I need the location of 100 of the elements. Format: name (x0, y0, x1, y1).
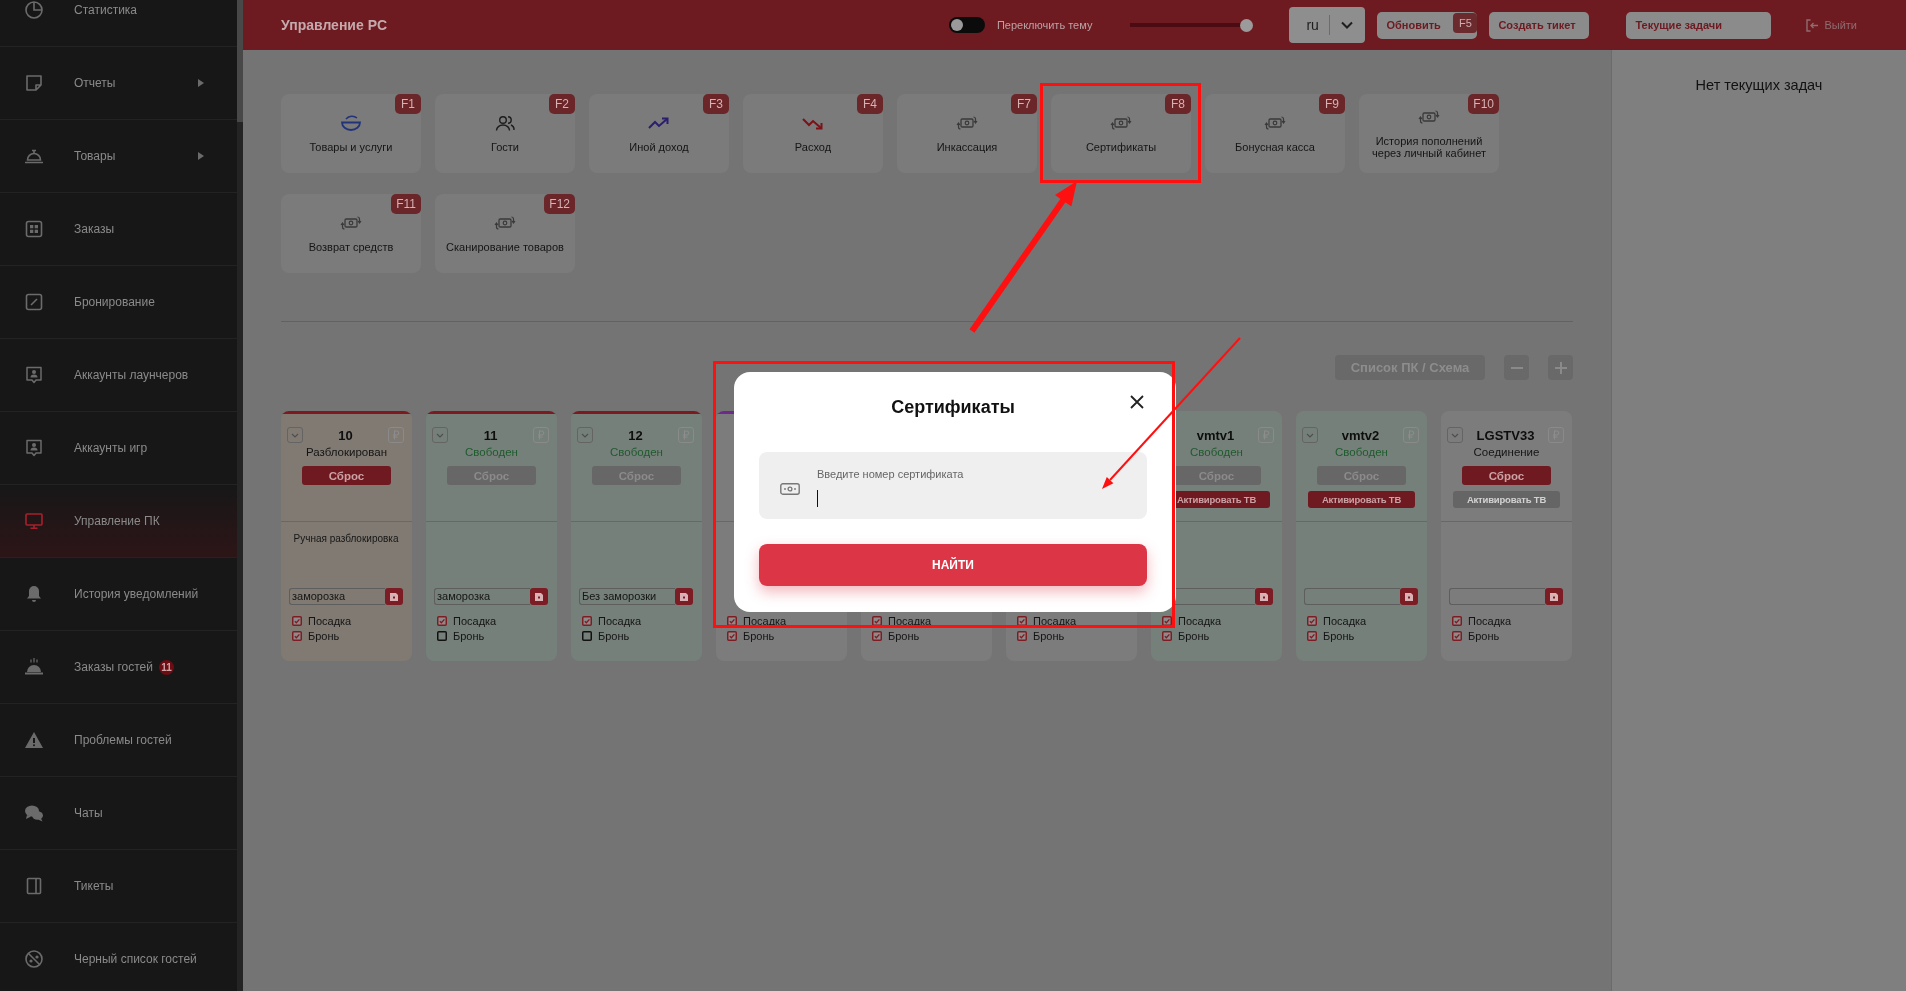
certificate-input-field[interactable]: Введите номер сертификата (759, 452, 1147, 519)
save-button[interactable] (385, 588, 403, 605)
checkbox-label: Бронь (1033, 629, 1065, 642)
cash-exchange-icon (493, 214, 517, 232)
chat-icon (24, 803, 44, 823)
checkbox[interactable] (1452, 615, 1462, 626)
cash-exchange-icon (1109, 114, 1133, 132)
pc-name: vmtv2 (1341, 427, 1380, 443)
count-badge: 11 (158, 659, 174, 675)
save-button[interactable] (1400, 588, 1418, 605)
checkbox[interactable] (1307, 630, 1317, 641)
checkbox-label: Посадка (598, 614, 642, 627)
expand-button[interactable] (1302, 427, 1318, 443)
save-button[interactable] (1255, 588, 1273, 605)
checkbox-label: Бронь (1178, 629, 1210, 642)
logout-button[interactable]: Выйти (1806, 18, 1857, 32)
zoom-out-button[interactable] (1504, 355, 1529, 380)
cash-exchange-icon (955, 114, 979, 132)
cash-icon (780, 483, 800, 495)
hotkey-badge: F11 (391, 194, 421, 214)
note-icon (24, 73, 44, 93)
checkbox[interactable] (727, 630, 737, 641)
activate-tv-button[interactable]: Активировать ТВ (1308, 491, 1415, 508)
checkbox[interactable] (1452, 630, 1462, 641)
expand-button[interactable] (577, 427, 593, 443)
chevron-down-icon (581, 432, 589, 438)
checkbox[interactable] (872, 615, 882, 626)
save-button[interactable] (1545, 588, 1563, 605)
expand-button[interactable] (1447, 427, 1463, 443)
hotkey-badge: F12 (544, 194, 575, 214)
hotkey-badge: F1 (395, 94, 421, 114)
checkbox[interactable] (437, 615, 447, 626)
checkbox[interactable] (582, 615, 592, 626)
page-title: Управление PC (281, 17, 388, 33)
scrollbar-thumb[interactable] (237, 0, 243, 122)
close-icon[interactable] (1130, 395, 1144, 409)
save-button[interactable] (675, 588, 693, 605)
chevron-down-icon (1340, 21, 1353, 29)
hotkey-badge: F5 (1453, 12, 1478, 33)
pc-name: 11 (483, 427, 498, 443)
checkbox-label: Посадка (1468, 614, 1512, 627)
checkbox[interactable] (292, 630, 302, 641)
reset-button[interactable]: Сброс (1462, 466, 1551, 485)
toggle-label: Переключить тему (996, 19, 1093, 31)
pc-status: Разблокирован (306, 445, 387, 459)
language-select[interactable]: ru (1289, 7, 1366, 43)
cloche-icon (24, 657, 44, 677)
pc-name: LGSTV33 (1476, 427, 1535, 443)
checkbox[interactable] (1017, 630, 1027, 641)
grid-icon (24, 219, 44, 239)
pc-name: 12 (628, 427, 643, 443)
logout-icon (1806, 18, 1820, 32)
checkbox-label: Бронь (743, 629, 775, 642)
slider-thumb[interactable] (1239, 18, 1253, 32)
freeze-input-field[interactable]: заморозка (289, 588, 385, 605)
users-icon (493, 114, 517, 132)
hotkey-badge: F8 (1165, 94, 1191, 114)
find-button[interactable]: НАЙТИ (759, 544, 1147, 586)
pc-status: Соединение (1473, 445, 1540, 459)
freeze-input-field[interactable] (1449, 588, 1545, 605)
checkbox[interactable] (1162, 630, 1172, 641)
header-button[interactable]: Создать тикет (1489, 11, 1590, 39)
theme-toggle[interactable] (948, 17, 985, 33)
reset-button[interactable]: Сброс (302, 466, 391, 485)
zoom-in-button[interactable] (1548, 355, 1573, 380)
pc-name: 10 (338, 427, 353, 443)
pc-status: Свободен (1335, 445, 1388, 459)
chevron-down-icon (1306, 432, 1314, 438)
pc-status: Свободен (1190, 445, 1243, 459)
cash-exchange-icon (1417, 108, 1441, 126)
blocked-icon (24, 949, 44, 969)
monitor-icon (24, 511, 44, 531)
ruble-icon (392, 430, 400, 440)
checkbox[interactable] (582, 630, 592, 641)
bowl-icon (339, 114, 363, 132)
hotkey-badge: F2 (549, 94, 575, 114)
freeze-input-field[interactable] (1304, 588, 1400, 605)
save-button[interactable] (530, 588, 548, 605)
plus-icon (1554, 361, 1567, 374)
checkbox[interactable] (727, 615, 737, 626)
checkbox-label: Посадка (1323, 614, 1367, 627)
checkbox[interactable] (1307, 615, 1317, 626)
checkbox[interactable] (292, 615, 302, 626)
checkbox[interactable] (872, 630, 882, 641)
tasks-button[interactable]: Текущие задачи (1626, 11, 1772, 39)
checkbox-label: Бронь (598, 629, 630, 642)
pc-status: Свободен (465, 445, 518, 459)
freeze-input-field[interactable]: заморозка (434, 588, 530, 605)
freeze-input-field[interactable]: Без заморозки (579, 588, 675, 605)
expand-button[interactable] (287, 427, 303, 443)
hotkey-badge: F4 (857, 94, 883, 114)
chevron-down-icon (436, 432, 444, 438)
expand-button[interactable] (432, 427, 448, 443)
checkbox-label: Бронь (1468, 629, 1500, 642)
bell-icon (24, 584, 44, 604)
checkbox[interactable] (1017, 615, 1027, 626)
checkbox-label: Посадка (888, 614, 932, 627)
chevron-down-icon (1451, 432, 1459, 438)
checkbox[interactable] (437, 630, 447, 641)
checkbox[interactable] (1162, 615, 1172, 626)
